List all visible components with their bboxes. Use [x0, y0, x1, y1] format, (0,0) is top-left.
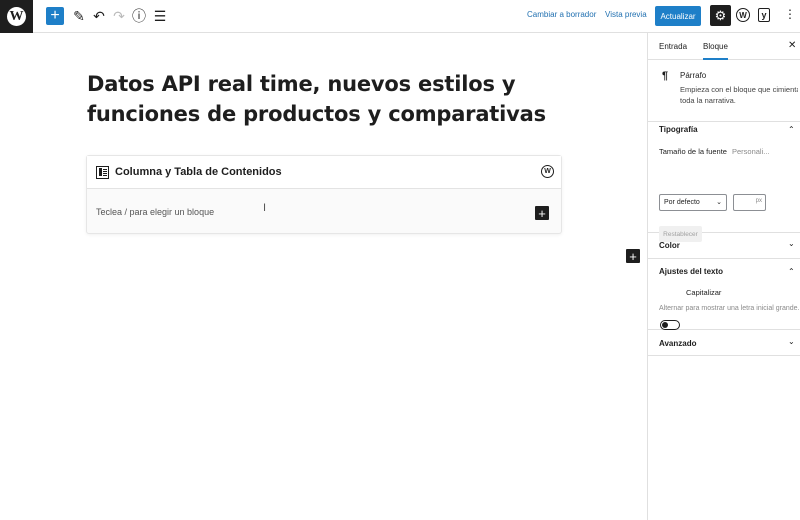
drop-cap-toggle[interactable]	[660, 320, 680, 330]
editor-canvas: Datos API real time, nuevos estilos y fu…	[0, 33, 647, 520]
chevron-up-icon[interactable]: ⌃	[788, 267, 795, 276]
block-title: Columna y Tabla de Contenidos	[115, 166, 282, 178]
advanced-panel[interactable]: Avanzado ⌄	[648, 330, 800, 356]
list-view-icon[interactable]: ☰	[153, 6, 167, 26]
text-cursor-icon: I	[263, 202, 267, 214]
color-title[interactable]: Color	[659, 241, 680, 250]
block-description-line-1: Empieza con el bloque que cimienta	[680, 85, 798, 94]
text-settings-title[interactable]: Ajustes del texto	[659, 267, 723, 276]
undo-icon[interactable]: ↶	[92, 6, 106, 26]
close-icon[interactable]: ✕	[788, 40, 796, 51]
settings-sidebar: Entrada Bloque ✕ ¶ Párrafo Empieza con e…	[647, 33, 800, 520]
append-block-icon[interactable]: +	[626, 249, 640, 263]
custom-size-label: Personali...	[732, 147, 770, 156]
advanced-title[interactable]: Avanzado	[659, 339, 697, 348]
columns-table-icon	[96, 166, 109, 179]
block-card: ¶ Párrafo Empieza con el bloque que cimi…	[648, 60, 800, 122]
settings-gear-icon[interactable]: ⚙	[710, 5, 731, 26]
drop-cap-help: Alternar para mostrar una letra inicial …	[659, 305, 800, 312]
wordpress-icon: W	[7, 7, 26, 26]
paragraph-icon: ¶	[662, 70, 669, 82]
tab-bloque[interactable]: Bloque	[703, 42, 728, 60]
toc-column-block[interactable]: Columna y Tabla de Contenidos W Teclea /…	[86, 155, 562, 234]
edit-tools-icon[interactable]: ✎	[72, 6, 86, 26]
post-title[interactable]: Datos API real time, nuevos estilos y fu…	[87, 69, 567, 129]
font-size-select-value: Por defecto	[664, 199, 700, 206]
chevron-down-icon: ⌄	[716, 199, 722, 206]
redo-icon[interactable]: ↷	[112, 6, 126, 26]
details-info-icon[interactable]: ⓘ	[132, 6, 146, 26]
plugin-w-icon[interactable]: W	[736, 8, 750, 22]
inner-add-block-icon[interactable]: +	[535, 206, 549, 220]
more-options-icon[interactable]: ⋮	[784, 8, 796, 20]
block-description-line-2: toda la narrativa.	[680, 96, 736, 105]
color-panel[interactable]: Color ⌄	[648, 233, 800, 259]
chevron-down-icon[interactable]: ⌄	[788, 239, 795, 248]
typography-title[interactable]: Tipografía	[659, 125, 698, 134]
editor-top-toolbar: W + ✎ ↶ ↷ ⓘ ☰ Cambiar a borrador Vista p…	[0, 0, 800, 33]
unit-label: px	[755, 198, 762, 204]
yoast-icon[interactable]: y	[758, 8, 770, 22]
block-editor-screen: W + ✎ ↶ ↷ ⓘ ☰ Cambiar a borrador Vista p…	[0, 0, 800, 520]
block-plugin-icon: W	[541, 165, 554, 178]
block-header: Columna y Tabla de Contenidos W	[87, 156, 561, 189]
switch-to-draft-button[interactable]: Cambiar a borrador	[527, 10, 596, 19]
wordpress-logo-button[interactable]: W	[0, 0, 33, 33]
block-name: Párrafo	[680, 71, 707, 80]
chevron-down-icon[interactable]: ⌄	[788, 337, 795, 346]
tab-entrada[interactable]: Entrada	[659, 42, 687, 51]
preview-button[interactable]: Vista previa	[605, 10, 647, 19]
font-size-select[interactable]: Por defecto ⌄	[659, 194, 727, 211]
update-button[interactable]: Actualizar	[655, 6, 701, 26]
typography-panel: Tipografía ⌃ Tamaño de la fuente Persona…	[648, 122, 800, 233]
block-placeholder-text[interactable]: Teclea / para elegir un bloque	[96, 207, 214, 217]
custom-font-size-input[interactable]: px	[733, 194, 766, 211]
drop-cap-label: Capitalizar	[686, 288, 722, 297]
chevron-up-icon[interactable]: ⌃	[788, 125, 795, 134]
font-size-label: Tamaño de la fuente	[659, 147, 727, 156]
add-block-button[interactable]: +	[46, 7, 64, 25]
sidebar-tabs: Entrada Bloque ✕	[648, 33, 800, 60]
